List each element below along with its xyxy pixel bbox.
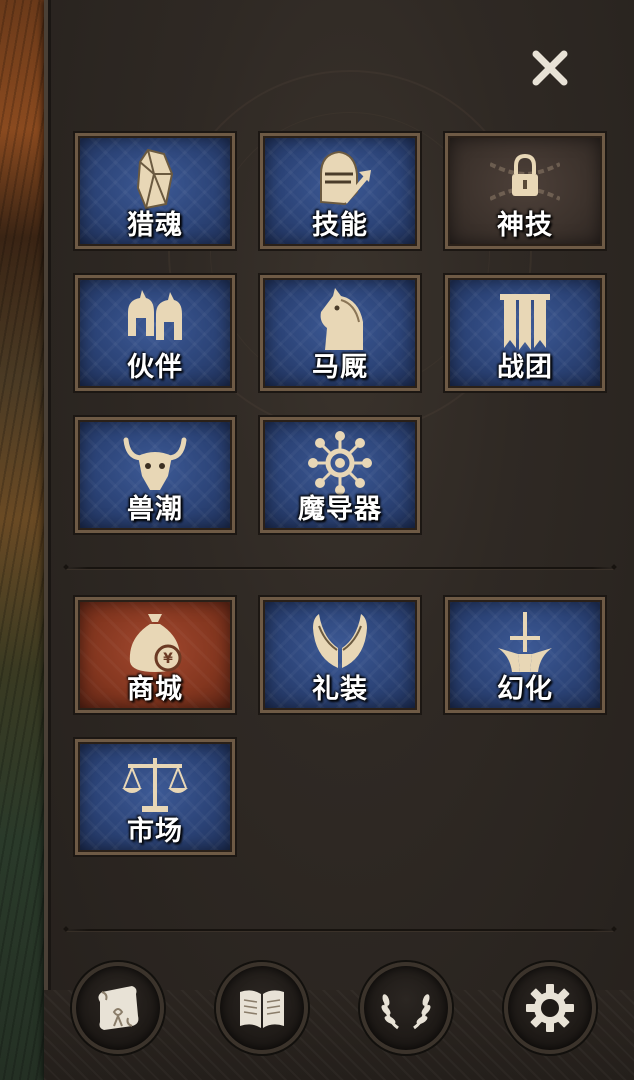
settings-button[interactable] bbox=[504, 962, 596, 1054]
feature-label: 神技 bbox=[497, 210, 553, 241]
feature-label: 兽潮 bbox=[127, 494, 183, 525]
settings-gear-icon bbox=[526, 984, 574, 1032]
feature-tile-outfit[interactable]: 礼装 bbox=[258, 595, 422, 715]
feature-tile-partner[interactable]: 伙伴 bbox=[73, 273, 237, 393]
feature-label: 魔导器 bbox=[298, 494, 382, 525]
background-scenery bbox=[0, 0, 50, 1080]
feature-tile-magic-device[interactable]: 魔导器 bbox=[258, 415, 422, 535]
scroll-icon bbox=[98, 986, 139, 1030]
quest-scroll-button[interactable] bbox=[72, 962, 164, 1054]
feature-tile-transform[interactable]: 幻化 bbox=[443, 595, 607, 715]
section-divider bbox=[66, 567, 614, 569]
feature-tile-legion[interactable]: 战团 bbox=[443, 273, 607, 393]
feature-label: 马厩 bbox=[312, 352, 368, 383]
feature-label: 战团 bbox=[497, 352, 553, 383]
feature-tile-stable[interactable]: 马厩 bbox=[258, 273, 422, 393]
feature-label: 猎魂 bbox=[127, 210, 183, 241]
feature-tile-divine-skill[interactable]: 神技 bbox=[443, 131, 607, 251]
feature-tile-market[interactable]: 市场 bbox=[73, 737, 237, 857]
achievement-button[interactable] bbox=[360, 962, 452, 1054]
feature-tile-skill[interactable]: 技能 bbox=[258, 131, 422, 251]
close-button[interactable] bbox=[526, 44, 574, 92]
feature-label: 幻化 bbox=[497, 674, 553, 705]
book-icon bbox=[240, 990, 284, 1028]
feature-tile-hunt-soul[interactable]: 猎魂 bbox=[73, 131, 237, 251]
feature-label: 礼装 bbox=[312, 674, 368, 705]
feature-label: 技能 bbox=[312, 210, 368, 241]
section-divider bbox=[66, 929, 614, 931]
feature-label: 市场 bbox=[127, 816, 183, 847]
codex-book-button[interactable] bbox=[216, 962, 308, 1054]
feature-tile-mall[interactable]: ¥ 商城 bbox=[73, 595, 237, 715]
feature-label: 伙伴 bbox=[127, 352, 183, 383]
svg-text:¥: ¥ bbox=[163, 651, 173, 667]
feature-tile-beast-tide[interactable]: 兽潮 bbox=[73, 415, 237, 535]
feature-label: 商城 bbox=[127, 674, 183, 705]
close-icon bbox=[532, 50, 568, 86]
laurel-wreath-icon bbox=[381, 994, 431, 1030]
